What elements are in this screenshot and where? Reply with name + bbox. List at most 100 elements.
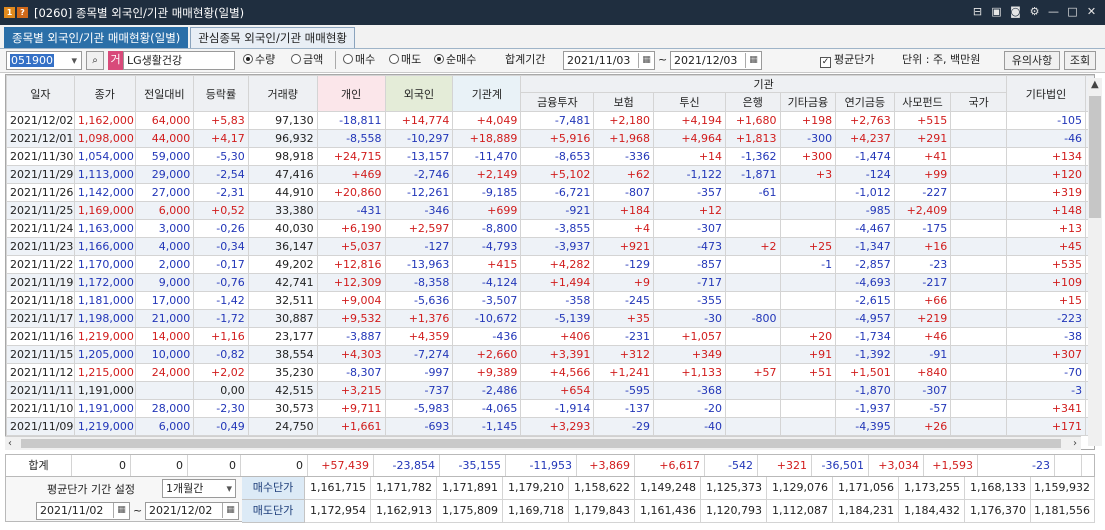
table-row[interactable]: 2021/11/18 1,181,000 17,000 -1,42 32,511 +9,0… bbox=[6, 291, 1094, 310]
query-button[interactable]: 조회 bbox=[1064, 51, 1096, 70]
trade-radio-net[interactable]: 순매수 bbox=[434, 51, 476, 70]
avg-to-date[interactable]: 2021/12/02 ▦ bbox=[145, 502, 239, 520]
table-row[interactable]: 2021/11/10 1,191,000 28,000 -2,30 30,573 +9,7… bbox=[6, 399, 1094, 418]
table-row[interactable]: 2021/11/22 1,170,000 2,000 -0,17 49,202 +12,8… bbox=[6, 255, 1094, 274]
calendar-icon[interactable]: ▦ bbox=[745, 53, 761, 68]
col-header-foreign[interactable]: 외국인 bbox=[384, 75, 454, 112]
col-header-financial-inv[interactable]: 금융투자 bbox=[520, 92, 595, 112]
col-header-institution-total[interactable]: 기관계 bbox=[452, 75, 522, 112]
table-cell: -985 bbox=[835, 201, 895, 220]
calendar-icon[interactable]: ▦ bbox=[222, 503, 238, 518]
table-cell: +46 bbox=[893, 327, 952, 346]
table-cell: +24,715 bbox=[316, 147, 386, 166]
table-cell bbox=[779, 183, 837, 202]
table-cell: -717 bbox=[653, 273, 727, 292]
vertical-scrollbar[interactable]: ▲ bbox=[1088, 78, 1102, 446]
maximize-icon[interactable]: □ bbox=[1065, 4, 1080, 19]
scroll-left-icon[interactable]: ‹ bbox=[8, 437, 12, 451]
table-row[interactable]: 2021/11/24 1,163,000 3,000 -0,26 40,030 +6,19… bbox=[6, 219, 1094, 238]
table-cell: -13,157 bbox=[384, 147, 454, 166]
table-row[interactable]: 2021/12/02 1,162,000 64,000 +5,83 97,130 -18,… bbox=[6, 111, 1094, 130]
table-row[interactable]: 2021/11/19 1,172,000 9,000 -0,76 42,741 +12,3… bbox=[6, 273, 1094, 292]
col-header-other-corp[interactable]: 기타법인 bbox=[1005, 75, 1087, 112]
radio-icon bbox=[243, 54, 253, 64]
table-row[interactable]: 2021/11/15 1,205,000 10,000 -0,82 38,554 +4,3… bbox=[6, 345, 1094, 364]
table-cell: 1,142,000 bbox=[73, 183, 136, 202]
table-cell: -124 bbox=[835, 165, 895, 184]
col-header-private-fund[interactable]: 사모펀드 bbox=[893, 92, 952, 112]
help-icon[interactable]: ? bbox=[17, 7, 28, 18]
tab-stock-daily[interactable]: 종목별 외국인/기관 매매현황(일별) bbox=[4, 27, 189, 48]
table-cell: +9,532 bbox=[316, 309, 386, 328]
col-header-volume[interactable]: 거래량 bbox=[247, 75, 318, 112]
table-cell: +5,83 bbox=[193, 111, 249, 130]
col-header-rate[interactable]: 등락률 bbox=[193, 75, 249, 112]
camera-icon[interactable]: ◙ bbox=[1008, 4, 1023, 19]
scroll-up-icon[interactable]: ▲ bbox=[1091, 78, 1099, 92]
col-header-insurance[interactable]: 보험 bbox=[593, 92, 655, 112]
buy-price-label: 매수단가 bbox=[242, 477, 305, 500]
table-row[interactable]: 2021/11/25 1,169,000 6,000 +0,52 33,380 -431-… bbox=[6, 201, 1094, 220]
trade-radio-sell[interactable]: 매도 bbox=[389, 51, 421, 70]
table-cell: 1,219,000 bbox=[73, 417, 136, 436]
type-radio-amount[interactable]: 금액 bbox=[291, 51, 323, 70]
sell-price-cell: 1,184,231 bbox=[833, 500, 899, 523]
buy-price-cell: 1,129,076 bbox=[767, 477, 833, 500]
table-row[interactable]: 2021/11/30 1,054,000 59,000 -5,30 98,918 +24,… bbox=[6, 147, 1094, 166]
scroll-thumb-horizontal[interactable] bbox=[21, 439, 1061, 448]
calendar-icon[interactable]: ▦ bbox=[113, 503, 129, 518]
minimize-icon[interactable]: — bbox=[1046, 4, 1061, 19]
notes-button[interactable]: 유의사항 bbox=[1004, 51, 1060, 70]
cell-date: 2021/11/25 bbox=[6, 201, 75, 220]
col-header-close[interactable]: 종가 bbox=[73, 75, 136, 112]
table-row[interactable]: 2021/11/17 1,198,000 21,000 -1,72 30,887 +9,5… bbox=[6, 309, 1094, 328]
table-row[interactable]: 2021/11/12 1,215,000 24,000 +2,02 35,230 -8,3… bbox=[6, 363, 1094, 382]
trade-radio-buy[interactable]: 매수 bbox=[343, 51, 375, 70]
table-row[interactable]: 2021/11/16 1,219,000 14,000 +1,16 23,177 -3,8… bbox=[6, 327, 1094, 346]
screen-number-icon[interactable]: 1 bbox=[4, 7, 15, 18]
stock-code-input[interactable]: 051900 ▾ bbox=[6, 51, 82, 70]
table-cell: +3,215 bbox=[316, 381, 386, 400]
table-cell: 36,147 bbox=[247, 237, 318, 256]
table-row[interactable]: 2021/11/23 1,166,000 4,000 -0,34 36,147 +5,03… bbox=[6, 237, 1094, 256]
horizontal-scrollbar[interactable]: ‹ › bbox=[5, 436, 1081, 450]
table-row[interactable]: 2021/11/26 1,142,000 27,000 -2,31 44,910 +20,… bbox=[6, 183, 1094, 202]
table-row[interactable]: 2021/11/09 1,219,000 6,000 -0,49 24,750 +1,66… bbox=[6, 417, 1094, 436]
cell-date: 2021/11/22 bbox=[6, 255, 75, 274]
summary-cell: 0 bbox=[241, 455, 308, 476]
table-row[interactable]: 2021/11/29 1,113,000 29,000 -2,54 47,416 +469… bbox=[6, 165, 1094, 184]
table-cell bbox=[950, 291, 1007, 310]
calendar-icon[interactable]: ▦ bbox=[638, 53, 654, 68]
pin-icon[interactable]: ⊟ bbox=[970, 4, 985, 19]
type-radio-quantity[interactable]: 수량 bbox=[243, 51, 275, 70]
scroll-right-icon[interactable]: › bbox=[1073, 437, 1077, 451]
table-cell: +2 bbox=[725, 237, 781, 256]
col-header-date[interactable]: 일자 bbox=[6, 75, 75, 112]
period-from-date[interactable]: 2021/11/03 ▦ bbox=[563, 51, 655, 70]
table-cell: -129 bbox=[593, 255, 655, 274]
avg-price-checkbox[interactable]: ✓ 평균단가 bbox=[820, 51, 874, 70]
settings-icon[interactable]: ⚙ bbox=[1027, 4, 1042, 19]
col-header-bank[interactable]: 은행 bbox=[725, 92, 781, 112]
tab-watchlist[interactable]: 관심종목 외국인/기관 매매현황 bbox=[190, 27, 356, 48]
col-header-individual[interactable]: 개인 bbox=[316, 75, 386, 112]
table-cell bbox=[950, 255, 1007, 274]
table-cell: -921 bbox=[520, 201, 595, 220]
period-select[interactable]: 1개월간 ▾ bbox=[162, 479, 236, 498]
close-icon[interactable]: ✕ bbox=[1084, 4, 1099, 19]
col-header-trust[interactable]: 투신 bbox=[653, 92, 727, 112]
col-header-change[interactable]: 전일대비 bbox=[134, 75, 195, 112]
table-cell bbox=[725, 345, 781, 364]
table-row[interactable]: 2021/12/01 1,098,000 44,000 +4,17 96,932 -8,5… bbox=[6, 129, 1094, 148]
table-row[interactable]: 2021/11/11 1,191,000 0,00 42,515 +3,215 -737-… bbox=[6, 381, 1094, 400]
col-header-pension[interactable]: 연기금등 bbox=[835, 92, 895, 112]
col-header-other-finance[interactable]: 기타금융 bbox=[779, 92, 837, 112]
table-cell: 38,554 bbox=[247, 345, 318, 364]
col-header-nation[interactable]: 국가 bbox=[950, 92, 1007, 112]
save-icon[interactable]: ▣ bbox=[989, 4, 1004, 19]
period-to-date[interactable]: 2021/12/03 ▦ bbox=[670, 51, 762, 70]
search-button[interactable]: ⌕ bbox=[86, 51, 104, 70]
table-cell: +1,494 bbox=[520, 273, 595, 292]
avg-from-date[interactable]: 2021/11/02 ▦ bbox=[36, 502, 130, 520]
scroll-thumb[interactable] bbox=[1089, 96, 1101, 218]
